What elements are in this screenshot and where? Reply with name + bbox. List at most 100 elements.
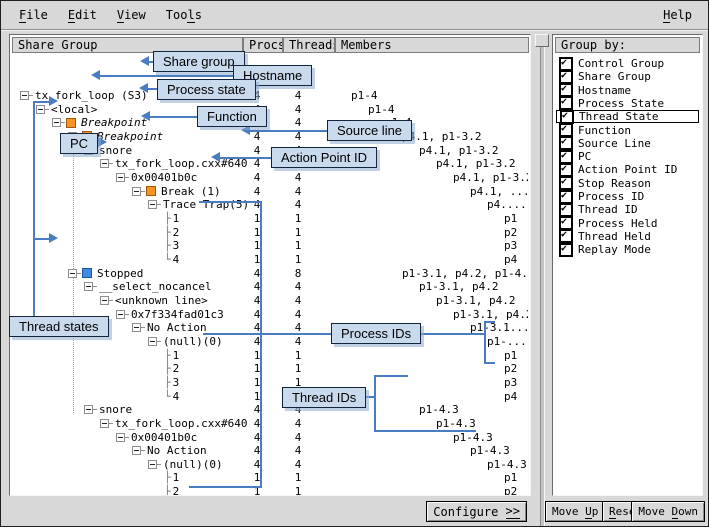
menu-help[interactable]: Help bbox=[653, 5, 702, 25]
tree-node[interactable]: tx_fork_loop.cxx#640 bbox=[100, 157, 247, 170]
tree-expander-icon[interactable] bbox=[100, 419, 109, 428]
tree-node[interactable]: ├3 bbox=[164, 376, 179, 389]
table-row[interactable]: └411p4 bbox=[10, 390, 530, 404]
table-row[interactable]: ├111p1 bbox=[10, 349, 530, 363]
table-row[interactable]: No Action44p1-4.3 bbox=[10, 444, 530, 458]
menu-view[interactable]: View bbox=[107, 5, 156, 25]
group-by-item-hostname[interactable]: Hostname bbox=[556, 84, 699, 97]
tree-node[interactable]: ├1 bbox=[164, 349, 179, 362]
tree-node[interactable]: No Action bbox=[132, 321, 207, 334]
table-row[interactable]: ├211p2 bbox=[10, 226, 530, 240]
tree-node[interactable]: └4 bbox=[164, 390, 179, 403]
tree-node[interactable]: ├1 bbox=[164, 471, 179, 484]
tree-node[interactable]: 0x7f334fad01c3 bbox=[116, 308, 224, 321]
table-row[interactable]: ├111p1 bbox=[10, 471, 530, 485]
tree-node[interactable]: Break (1) bbox=[132, 185, 221, 198]
table-row[interactable]: snore44p1-4.3 bbox=[10, 403, 530, 417]
table-row[interactable]: Breakpoint44p1-4 bbox=[10, 116, 530, 130]
tree-expander-icon[interactable] bbox=[116, 310, 125, 319]
tree-node[interactable]: (null)(0) bbox=[148, 458, 223, 471]
table-row[interactable]: ├311p3 bbox=[10, 239, 530, 253]
table-row[interactable]: <unknown line>44p1-3.1, p4.2 bbox=[10, 294, 530, 308]
tree-node[interactable]: (null)(0) bbox=[148, 335, 223, 348]
tree-node[interactable]: __select_nocancel bbox=[84, 280, 212, 293]
checkbox-checked-icon[interactable] bbox=[560, 191, 572, 203]
tree-expander-icon[interactable] bbox=[100, 296, 109, 305]
tree-expander-icon[interactable] bbox=[20, 91, 29, 100]
checkbox-checked-icon[interactable] bbox=[560, 71, 572, 83]
tree-expander-icon[interactable] bbox=[132, 323, 141, 332]
tree-expander-icon[interactable] bbox=[68, 269, 77, 278]
tree-node[interactable]: snore bbox=[84, 403, 132, 416]
checkbox-checked-icon[interactable] bbox=[560, 204, 572, 216]
group-by-item-control-group[interactable]: Control Group bbox=[556, 57, 699, 70]
table-row[interactable]: Trace Trap(5)44p4.... bbox=[10, 198, 530, 212]
tree-expander-icon[interactable] bbox=[52, 118, 61, 127]
checkbox-checked-icon[interactable] bbox=[560, 124, 572, 136]
table-row[interactable]: tx_fork_loop.cxx#64044p1-4.3 bbox=[10, 417, 530, 431]
tree-node[interactable]: ├1 bbox=[164, 212, 179, 225]
group-by-item-thread-held[interactable]: Thread Held bbox=[556, 230, 699, 243]
group-by-item-thread-state[interactable]: Thread State bbox=[556, 110, 699, 123]
group-by-item-process-held[interactable]: Process Held bbox=[556, 217, 699, 230]
menu-tools[interactable]: Tools bbox=[156, 5, 212, 25]
tree-expander-icon[interactable] bbox=[84, 405, 93, 414]
tree-expander-icon[interactable] bbox=[116, 433, 125, 442]
table-row[interactable]: tx_fork_loop (S3)44p1-4 bbox=[10, 89, 530, 103]
group-by-item-share-group[interactable]: Share Group bbox=[556, 70, 699, 83]
group-by-item-action-point-id[interactable]: Action Point ID bbox=[556, 163, 699, 176]
tree-expander-icon[interactable] bbox=[132, 446, 141, 455]
checkbox-checked-icon[interactable] bbox=[560, 177, 572, 189]
table-row[interactable]: Stopped48p1-3.1, p4.2, p1-4.3 bbox=[10, 267, 530, 281]
tree-expander-icon[interactable] bbox=[132, 187, 141, 196]
table-row[interactable]: ├211p2 bbox=[10, 362, 530, 376]
tree-node[interactable]: <unknown line> bbox=[100, 294, 208, 307]
checkbox-checked-icon[interactable] bbox=[560, 244, 572, 256]
tree-node[interactable]: Breakpoint bbox=[52, 116, 147, 129]
tree-node[interactable]: 0x00401b0c bbox=[116, 431, 197, 444]
tree-expander-icon[interactable] bbox=[148, 200, 157, 209]
table-row[interactable]: ├111p1 bbox=[10, 212, 530, 226]
tree-node[interactable]: ├3 bbox=[164, 239, 179, 252]
checkbox-checked-icon[interactable] bbox=[560, 84, 572, 96]
table-row[interactable]: Break (1)44p4.1, ... bbox=[10, 185, 530, 199]
checkbox-checked-icon[interactable] bbox=[561, 111, 573, 123]
tree-expander-icon[interactable] bbox=[148, 337, 157, 346]
tree-node[interactable]: ├2 bbox=[164, 485, 179, 496]
tree-node[interactable]: 0x00401b0c bbox=[116, 171, 197, 184]
tree-node[interactable]: Stopped bbox=[68, 267, 143, 280]
tree-expander-icon[interactable] bbox=[36, 105, 45, 114]
table-row[interactable]: ├311p3 bbox=[10, 376, 530, 390]
group-by-item-stop-reason[interactable]: Stop Reason bbox=[556, 177, 699, 190]
tree-expander-icon[interactable] bbox=[100, 159, 109, 168]
tree-node[interactable]: <local> bbox=[36, 103, 97, 116]
checkbox-checked-icon[interactable] bbox=[560, 217, 572, 229]
tree-node[interactable]: ├2 bbox=[164, 226, 179, 239]
tree-expander-icon[interactable] bbox=[148, 460, 157, 469]
table-row[interactable]: └411p4 bbox=[10, 253, 530, 267]
checkbox-checked-icon[interactable] bbox=[560, 58, 572, 70]
checkbox-checked-icon[interactable] bbox=[560, 97, 572, 109]
tree-expander-icon[interactable] bbox=[116, 173, 125, 182]
group-by-item-function[interactable]: Function bbox=[556, 124, 699, 137]
sash-grip-icon[interactable] bbox=[535, 34, 549, 47]
table-row[interactable]: 0x00401b0c44p4.1, p1-3.2 bbox=[10, 171, 530, 185]
tree-node[interactable]: └4 bbox=[164, 253, 179, 266]
movedown-button[interactable]: Move Down bbox=[631, 501, 705, 522]
tree-expander-icon[interactable] bbox=[84, 282, 93, 291]
table-row[interactable]: tx_fork_loop.cxx#64044p4.1, p1-3.2 bbox=[10, 157, 530, 171]
checkbox-checked-icon[interactable] bbox=[560, 164, 572, 176]
tree-node[interactable]: No Action bbox=[132, 444, 207, 457]
group-by-item-replay-mode[interactable]: Replay Mode bbox=[556, 243, 699, 256]
group-by-item-thread-id[interactable]: Thread ID bbox=[556, 203, 699, 216]
menu-edit[interactable]: Edit bbox=[58, 5, 107, 25]
menu-file[interactable]: File bbox=[9, 5, 58, 25]
group-by-item-process-state[interactable]: Process State bbox=[556, 97, 699, 110]
configure-button[interactable]: Configure >> bbox=[426, 501, 527, 522]
moveup-button[interactable]: Move Up bbox=[545, 501, 605, 522]
pane-sash[interactable] bbox=[540, 34, 545, 526]
group-by-item-pc[interactable]: PC bbox=[556, 150, 699, 163]
table-row[interactable]: <local>44p1-4 bbox=[10, 103, 530, 117]
table-row[interactable]: (null)(0)44p1-4.3 bbox=[10, 458, 530, 472]
group-by-item-source-line[interactable]: Source Line bbox=[556, 137, 699, 150]
